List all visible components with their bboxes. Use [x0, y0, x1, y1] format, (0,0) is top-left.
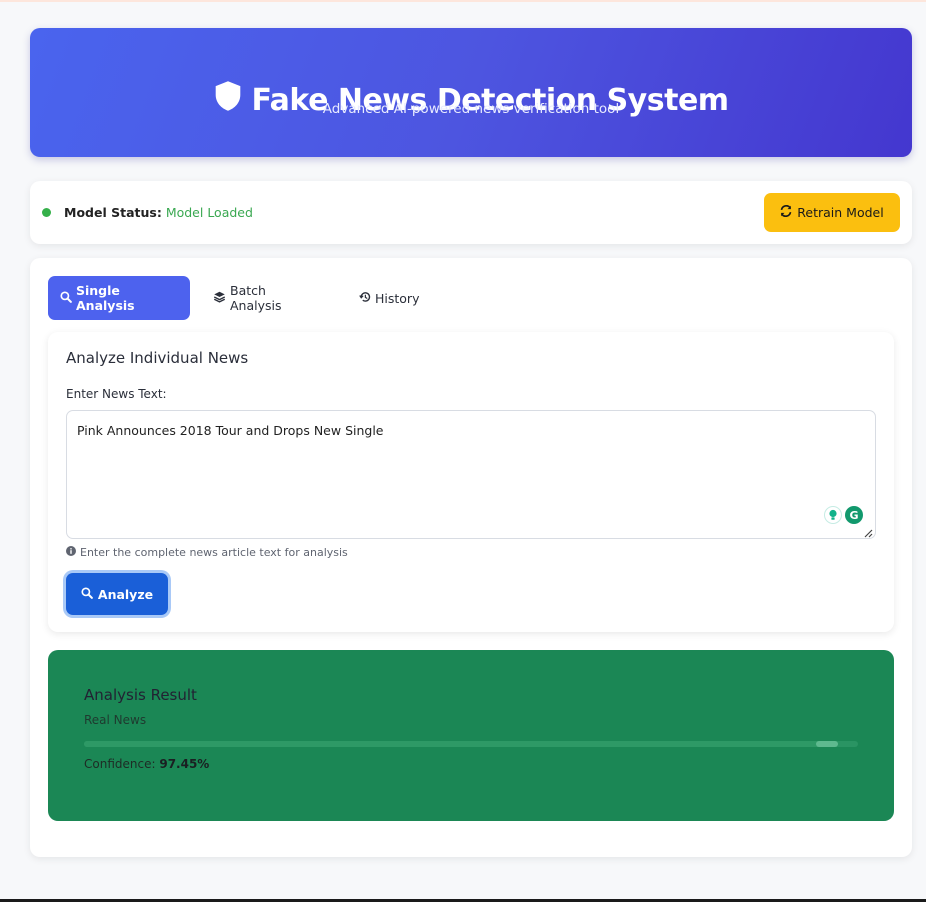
page-subtitle: Advanced AI-powered news verification to…	[322, 101, 620, 117]
retrain-model-button[interactable]: Retrain Model	[764, 193, 900, 232]
model-status-value: Model Loaded	[165, 205, 253, 220]
grammarly-icon[interactable]: G	[845, 506, 863, 524]
result-title: Analysis Result	[84, 686, 197, 704]
input-hint: Enter the complete news article text for…	[66, 546, 348, 559]
info-icon	[66, 546, 76, 559]
search-icon	[81, 586, 93, 602]
model-status-card: Model Status: Model Loaded Retrain Model	[30, 181, 912, 244]
layers-icon	[213, 291, 226, 306]
confidence-bar-fill	[84, 741, 839, 747]
confidence-value: 97.45%	[159, 757, 210, 771]
status-indicator-dot	[42, 208, 51, 217]
textarea-extension-icons: G	[824, 506, 863, 524]
tab-label: Batch Analysis	[230, 283, 282, 313]
tab-history[interactable]: History	[347, 276, 437, 320]
analysis-result-card: Analysis Result Real News Confidence: 97…	[48, 650, 894, 821]
news-text-value: Pink Announces 2018 Tour and Drops New S…	[77, 423, 384, 438]
single-analysis-form: Analyze Individual News Enter News Text:…	[48, 332, 894, 632]
news-text-label: Enter News Text:	[66, 387, 167, 401]
analyze-button-label: Analyze	[97, 586, 154, 602]
history-icon	[359, 291, 371, 306]
tab-batch-analysis[interactable]: Batch Analysis	[201, 276, 331, 320]
tab-single-analysis[interactable]: Single Analysis	[48, 276, 190, 320]
input-hint-text: Enter the complete news article text for…	[80, 546, 348, 559]
lightbulb-icon[interactable]	[824, 506, 842, 524]
form-title: Analyze Individual News	[66, 349, 249, 367]
tab-label: Single Analysis	[76, 283, 135, 313]
top-border	[0, 0, 926, 2]
retrain-model-label: Retrain Model	[797, 205, 884, 220]
model-status-label: Model Status:	[64, 205, 162, 220]
confidence-bar-cap	[816, 741, 839, 747]
analysis-panel: Single Analysis Batch Analysis History A…	[30, 258, 912, 857]
model-status: Model Status: Model Loaded	[64, 205, 253, 220]
analyze-button[interactable]: Analyze	[66, 573, 168, 615]
tab-label: History	[375, 290, 420, 306]
news-text-input[interactable]: Pink Announces 2018 Tour and Drops New S…	[66, 410, 876, 539]
confidence-label: Confidence:	[84, 757, 156, 771]
search-icon	[60, 290, 72, 306]
refresh-icon	[780, 204, 792, 220]
result-verdict: Real News	[84, 713, 147, 727]
header-banner: Fake News Detection System Advanced AI-p…	[30, 28, 912, 157]
resize-handle-icon[interactable]	[863, 526, 873, 538]
confidence-text: Confidence: 97.45%	[84, 757, 209, 771]
confidence-bar	[84, 741, 858, 747]
